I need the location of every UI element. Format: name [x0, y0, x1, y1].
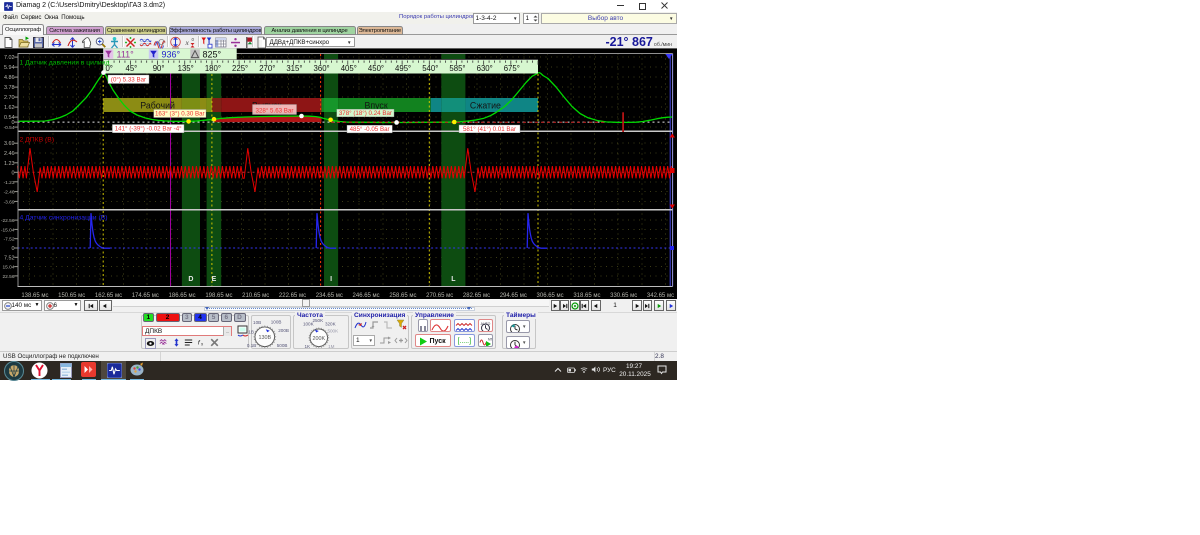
- svg-text:450°: 450°: [368, 64, 384, 73]
- svg-text:270°: 270°: [259, 64, 275, 73]
- svg-text:45°: 45°: [126, 64, 138, 73]
- svg-text:MTS: MTS: [488, 337, 492, 341]
- svg-text:Рабочий: Рабочий: [140, 101, 175, 111]
- svg-text:22.56: 22.56: [2, 274, 14, 280]
- svg-text:1 Датчик давления в цилинд: 1 Датчик давления в цилинд: [20, 60, 110, 67]
- svg-text:AUTO: AUTO: [480, 322, 490, 326]
- svg-text:141° (-39°) -0.02 Bar -4°: 141° (-39°) -0.02 Bar -4°: [115, 126, 182, 133]
- svg-text:405°: 405°: [341, 64, 357, 73]
- svg-text:936°: 936°: [162, 50, 181, 60]
- svg-text:-15.04: -15.04: [1, 227, 15, 233]
- svg-text:581° (41°) 0.01 Bar: 581° (41°) 0.01 Bar: [463, 126, 516, 133]
- svg-text:200K: 200K: [312, 335, 325, 341]
- svg-text:328° 5.63 Bar: 328° 5.63 Bar: [256, 108, 294, 115]
- svg-text:10B: 10B: [253, 320, 261, 325]
- svg-text:1M: 1M: [328, 343, 335, 348]
- svg-text:630°: 630°: [477, 64, 493, 73]
- svg-text:x: x: [201, 341, 203, 346]
- svg-text:500K: 500K: [327, 328, 338, 333]
- svg-text:Сжатие: Сжатие: [470, 101, 501, 111]
- svg-text:585°: 585°: [449, 64, 465, 73]
- svg-text:500B: 500B: [277, 343, 288, 348]
- svg-text:L: L: [451, 276, 456, 283]
- svg-text:495°: 495°: [395, 64, 411, 73]
- svg-text:0: 0: [12, 246, 15, 252]
- svg-text:I: I: [330, 276, 332, 283]
- svg-text:180°: 180°: [205, 64, 221, 73]
- svg-text:1.23: 1.23: [4, 161, 15, 167]
- svg-text:D: D: [188, 276, 193, 283]
- svg-text:-7.52: -7.52: [4, 237, 15, 243]
- svg-text:2 ДПКВ (В): 2 ДПКВ (В): [20, 137, 55, 144]
- svg-text:315°: 315°: [286, 64, 302, 73]
- svg-text:485° -0.05 Bar: 485° -0.05 Bar: [350, 126, 390, 133]
- svg-text:4.86: 4.86: [4, 75, 15, 81]
- svg-text:675°: 675°: [504, 64, 520, 73]
- svg-text:378° (18°) 0.24 Bar: 378° (18°) 0.24 Bar: [339, 110, 392, 117]
- svg-text:111°: 111°: [117, 50, 135, 60]
- svg-text:5.94: 5.94: [4, 65, 15, 71]
- svg-text:1.62: 1.62: [4, 105, 15, 111]
- svg-text:-22.56: -22.56: [1, 218, 15, 224]
- svg-text:7.52: 7.52: [4, 255, 15, 261]
- svg-text:15.04: 15.04: [2, 265, 14, 271]
- svg-text:90°: 90°: [153, 64, 165, 73]
- svg-text:540°: 540°: [422, 64, 438, 73]
- svg-text:250K: 250K: [312, 319, 323, 323]
- svg-text:2.46: 2.46: [4, 151, 15, 157]
- svg-text:360°: 360°: [314, 64, 330, 73]
- svg-text:-3.69: -3.69: [4, 199, 15, 205]
- svg-text:0.1B: 0.1B: [247, 343, 256, 348]
- svg-text:7.02: 7.02: [4, 55, 15, 61]
- svg-text:163° (3°) 0.30 Bar: 163° (3°) 0.30 Bar: [155, 111, 205, 118]
- svg-text:-2.46: -2.46: [4, 190, 15, 196]
- svg-text:320K: 320K: [325, 321, 336, 326]
- svg-text:E: E: [212, 276, 217, 283]
- svg-text:4 Датчик синхронизации (В): 4 Датчик синхронизации (В): [20, 215, 108, 222]
- svg-text:2.70: 2.70: [4, 95, 15, 101]
- svg-text:0: 0: [12, 170, 15, 176]
- svg-text:-1.23: -1.23: [4, 180, 15, 186]
- svg-text:-0.54: -0.54: [4, 125, 15, 131]
- svg-text:1K: 1K: [304, 343, 310, 348]
- svg-text:100B: 100B: [271, 319, 282, 324]
- svg-text:225°: 225°: [232, 64, 248, 73]
- svg-text:(0°) 5.33 Bar: (0°) 5.33 Bar: [111, 77, 146, 84]
- svg-text:130B: 130B: [258, 335, 271, 341]
- svg-text:3.69: 3.69: [4, 141, 15, 147]
- svg-text:135°: 135°: [178, 64, 194, 73]
- svg-text:3.78: 3.78: [4, 85, 15, 91]
- svg-text:825°: 825°: [203, 50, 222, 60]
- svg-text:1B: 1B: [248, 329, 254, 334]
